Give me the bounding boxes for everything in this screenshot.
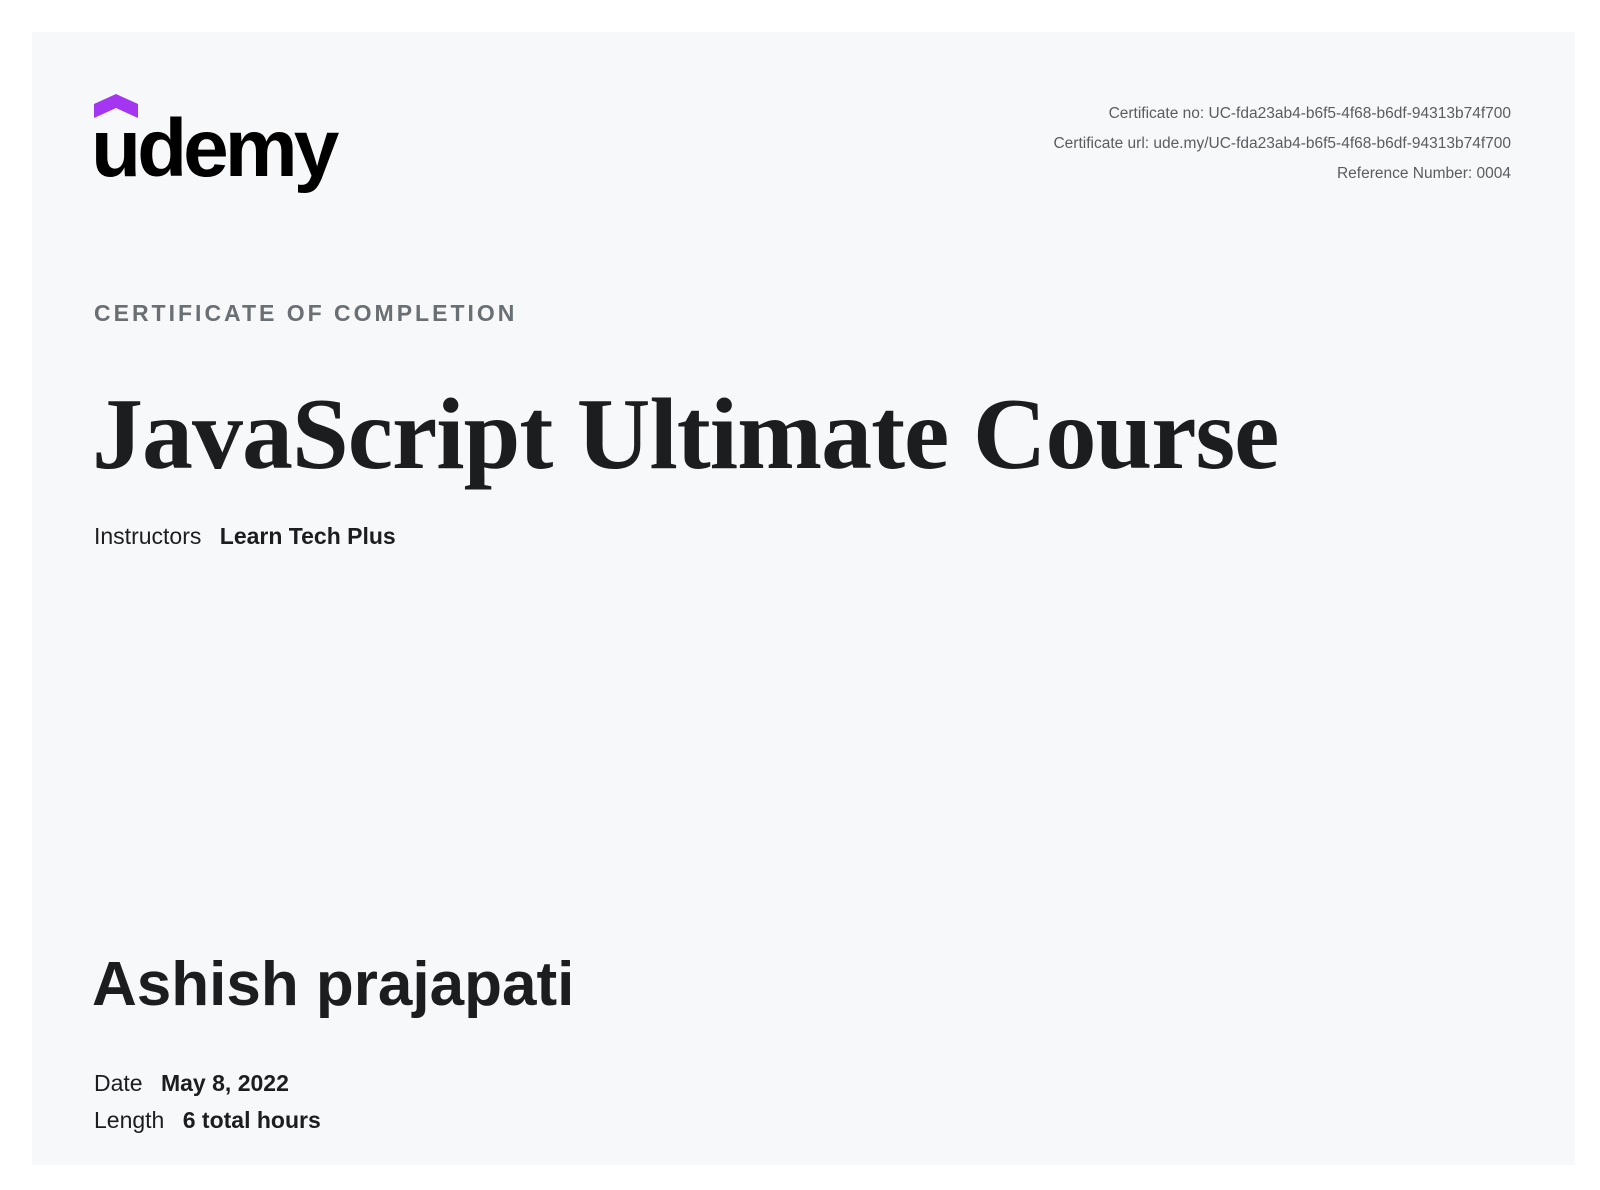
length-label: Length bbox=[94, 1107, 165, 1133]
certificate-number: Certificate no: UC-fda23ab4-b6f5-4f68-b6… bbox=[1108, 105, 1511, 122]
certificate-heading: CERTIFICATE OF COMPLETION bbox=[94, 300, 518, 326]
certificate-url[interactable]: Certificate url: ude.my/UC-fda23ab4-b6f5… bbox=[1053, 129, 1511, 159]
reference-number: Reference Number: 0004 bbox=[1336, 165, 1511, 182]
date-label: Date bbox=[94, 1070, 143, 1096]
length-row: Length 6 total hours bbox=[94, 1109, 321, 1132]
course-title: JavaScript Ultimate Course bbox=[92, 378, 1279, 491]
certificate-meta: Certificate no: UC-fda23ab4-b6f5-4f68-b6… bbox=[1053, 99, 1511, 189]
length-value: 6 total hours bbox=[182, 1107, 321, 1133]
certificate-card: udemy Certificate no: UC-fda23ab4-b6f5-4… bbox=[32, 32, 1575, 1165]
instructors-value: Learn Tech Plus bbox=[219, 523, 396, 549]
recipient-name: Ashish prajapati bbox=[92, 950, 575, 1019]
date-row: Date May 8, 2022 bbox=[94, 1072, 289, 1095]
instructors-row: Instructors Learn Tech Plus bbox=[94, 525, 396, 548]
instructors-label: Instructors bbox=[94, 523, 202, 549]
udemy-logo: udemy bbox=[91, 94, 364, 194]
date-value: May 8, 2022 bbox=[160, 1070, 289, 1096]
udemy-wordmark: udemy bbox=[91, 103, 339, 194]
